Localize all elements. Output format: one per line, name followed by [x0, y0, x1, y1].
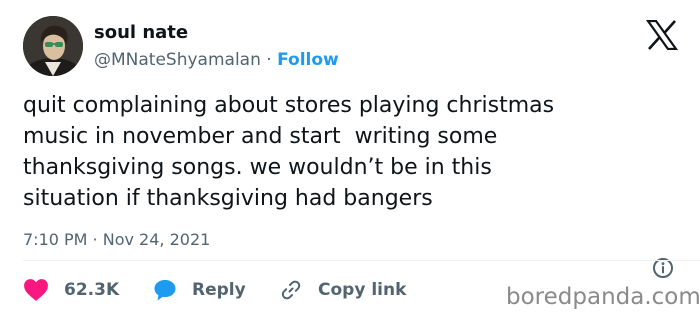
tweet-date: Nov 24, 2021	[102, 230, 211, 249]
watermark: boredpanda.com	[506, 284, 700, 310]
reply-button[interactable]: Reply	[153, 278, 246, 302]
tweet-time: 7:10 PM	[23, 230, 88, 249]
x-logo-icon[interactable]	[645, 19, 679, 51]
heart-icon	[24, 279, 48, 301]
tweet-text: quit complaining about stores playing ch…	[23, 93, 555, 211]
like-count: 62.3K	[64, 280, 120, 300]
avatar[interactable]	[23, 16, 83, 76]
link-icon	[281, 280, 301, 300]
speech-bubble-icon	[154, 280, 176, 301]
handle-separator: ·	[260, 50, 278, 70]
divider	[23, 260, 700, 261]
avatar-portrait-image	[23, 16, 83, 76]
follow-button[interactable]: Follow	[277, 50, 339, 70]
timestamp-separator: ·	[87, 230, 103, 249]
reply-label: Reply	[192, 280, 246, 300]
author-display-name[interactable]: soul nate	[94, 22, 188, 44]
copy-link-label: Copy link	[318, 280, 407, 300]
tweet-timestamp[interactable]: 7:10 PM · Nov 24, 2021	[23, 229, 210, 251]
author-handle-row: @MNateShyamalan · Follow	[94, 49, 339, 71]
copy-link-button[interactable]: Copy link	[279, 278, 406, 302]
author-handle[interactable]: @MNateShyamalan	[94, 50, 261, 70]
like-button[interactable]: 62.3K	[23, 278, 119, 302]
